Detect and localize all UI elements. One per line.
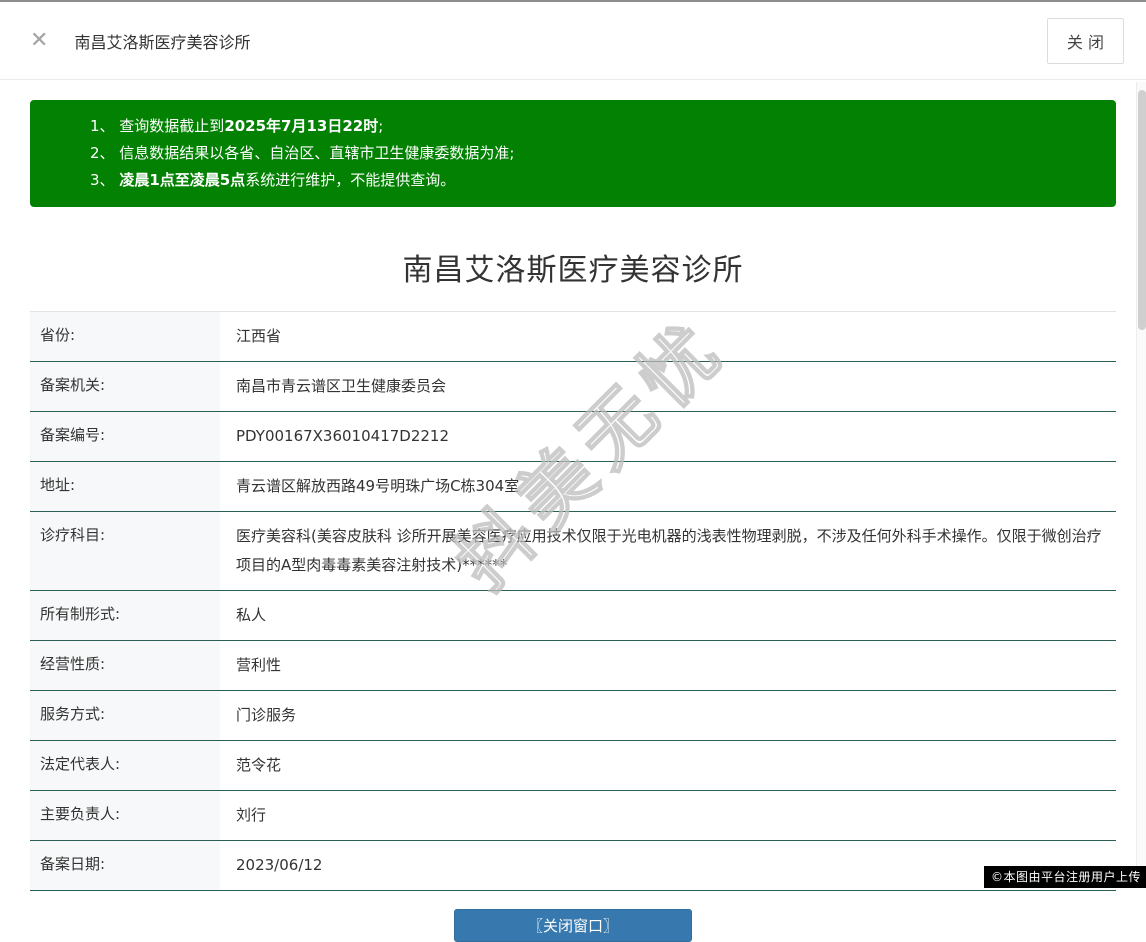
table-row: 法定代表人: 范令花 (30, 741, 1116, 791)
uploader-badge: ©本图由平台注册用户上传 (983, 866, 1146, 888)
scrollbar-thumb[interactable] (1138, 90, 1146, 330)
table-row: 诊疗科目: 医疗美容科(美容皮肤科 诊所开展美容医疗应用技术仅限于光电机器的浅表性… (30, 512, 1116, 591)
row-label: 法定代表人: (30, 741, 220, 790)
row-value: 医疗美容科(美容皮肤科 诊所开展美容医疗应用技术仅限于光电机器的浅表性物理剥脱，… (236, 527, 1102, 574)
row-label: 所有制形式: (30, 591, 220, 640)
row-label: 经营性质: (30, 641, 220, 690)
table-row: 备案编号: PDY00167X36010417D2212 (30, 412, 1116, 462)
row-value: 刘行 (236, 806, 267, 824)
table-row: 经营性质: 营利性 (30, 641, 1116, 691)
row-value: 门诊服务 (236, 706, 297, 724)
info-table: 省份: 江西省 备案机关: 南昌市青云谱区卫生健康委员会 备案编号: PDY00167X3… (30, 311, 1116, 891)
close-button[interactable]: 关 闭 (1046, 17, 1124, 64)
row-label: 省份: (30, 312, 220, 361)
row-label: 备案编号: (30, 412, 220, 461)
scrollbar[interactable] (1136, 82, 1146, 888)
notice-box: 1、 查询数据截止到2025年7月13日22时; 2、 信息数据结果以各省、自治区… (30, 100, 1116, 207)
table-row: 备案机关: 南昌市青云谱区卫生健康委员会 (30, 362, 1116, 412)
row-value: 南昌市青云谱区卫生健康委员会 (236, 377, 447, 395)
row-value: 营利性 (236, 656, 282, 674)
row-label: 备案日期: (30, 841, 220, 890)
row-label: 诊疗科目: (30, 512, 220, 590)
row-value: 范令花 (236, 756, 282, 774)
table-row: 服务方式: 门诊服务 (30, 691, 1116, 741)
topbar-title: 南昌艾洛斯医疗美容诊所 (74, 32, 251, 52)
row-value: 青云谱区解放西路49号明珠广场C栋304室 (236, 477, 520, 495)
close-x-icon[interactable]: ✕ (30, 29, 48, 52)
page-title: 南昌艾洛斯医疗美容诊所 (402, 253, 744, 288)
row-label: 地址: (30, 462, 220, 511)
notice-line: 3、 凌晨1点至凌晨5点系统进行维护，不能提供查询。 (90, 171, 456, 189)
topbar: ✕ 南昌艾洛斯医疗美容诊所 关 闭 (0, 2, 1146, 80)
table-row: 省份: 江西省 (30, 312, 1116, 362)
notice-line: 2、 信息数据结果以各省、自治区、直辖市卫生健康委数据为准; (90, 144, 515, 162)
notice-line: 1、 查询数据截止到2025年7月13日22时; (90, 117, 384, 135)
row-value: PDY00167X36010417D2212 (236, 427, 450, 445)
row-value: 江西省 (236, 327, 282, 345)
table-row: 备案日期: 2023/06/12 (30, 841, 1116, 891)
table-row: 主要负责人: 刘行 (30, 791, 1116, 841)
row-value: 私人 (236, 606, 267, 624)
row-value: 2023/06/12 (236, 856, 323, 874)
row-label: 主要负责人: (30, 791, 220, 840)
row-label: 服务方式: (30, 691, 220, 740)
close-window-button[interactable]: 〖关闭窗口〗 (454, 909, 692, 942)
page: { "colors": { "notice_green": "#028102",… (0, 0, 1146, 942)
table-row: 地址: 青云谱区解放西路49号明珠广场C栋304室 (30, 462, 1116, 512)
table-row: 所有制形式: 私人 (30, 591, 1116, 641)
row-label: 备案机关: (30, 362, 220, 411)
